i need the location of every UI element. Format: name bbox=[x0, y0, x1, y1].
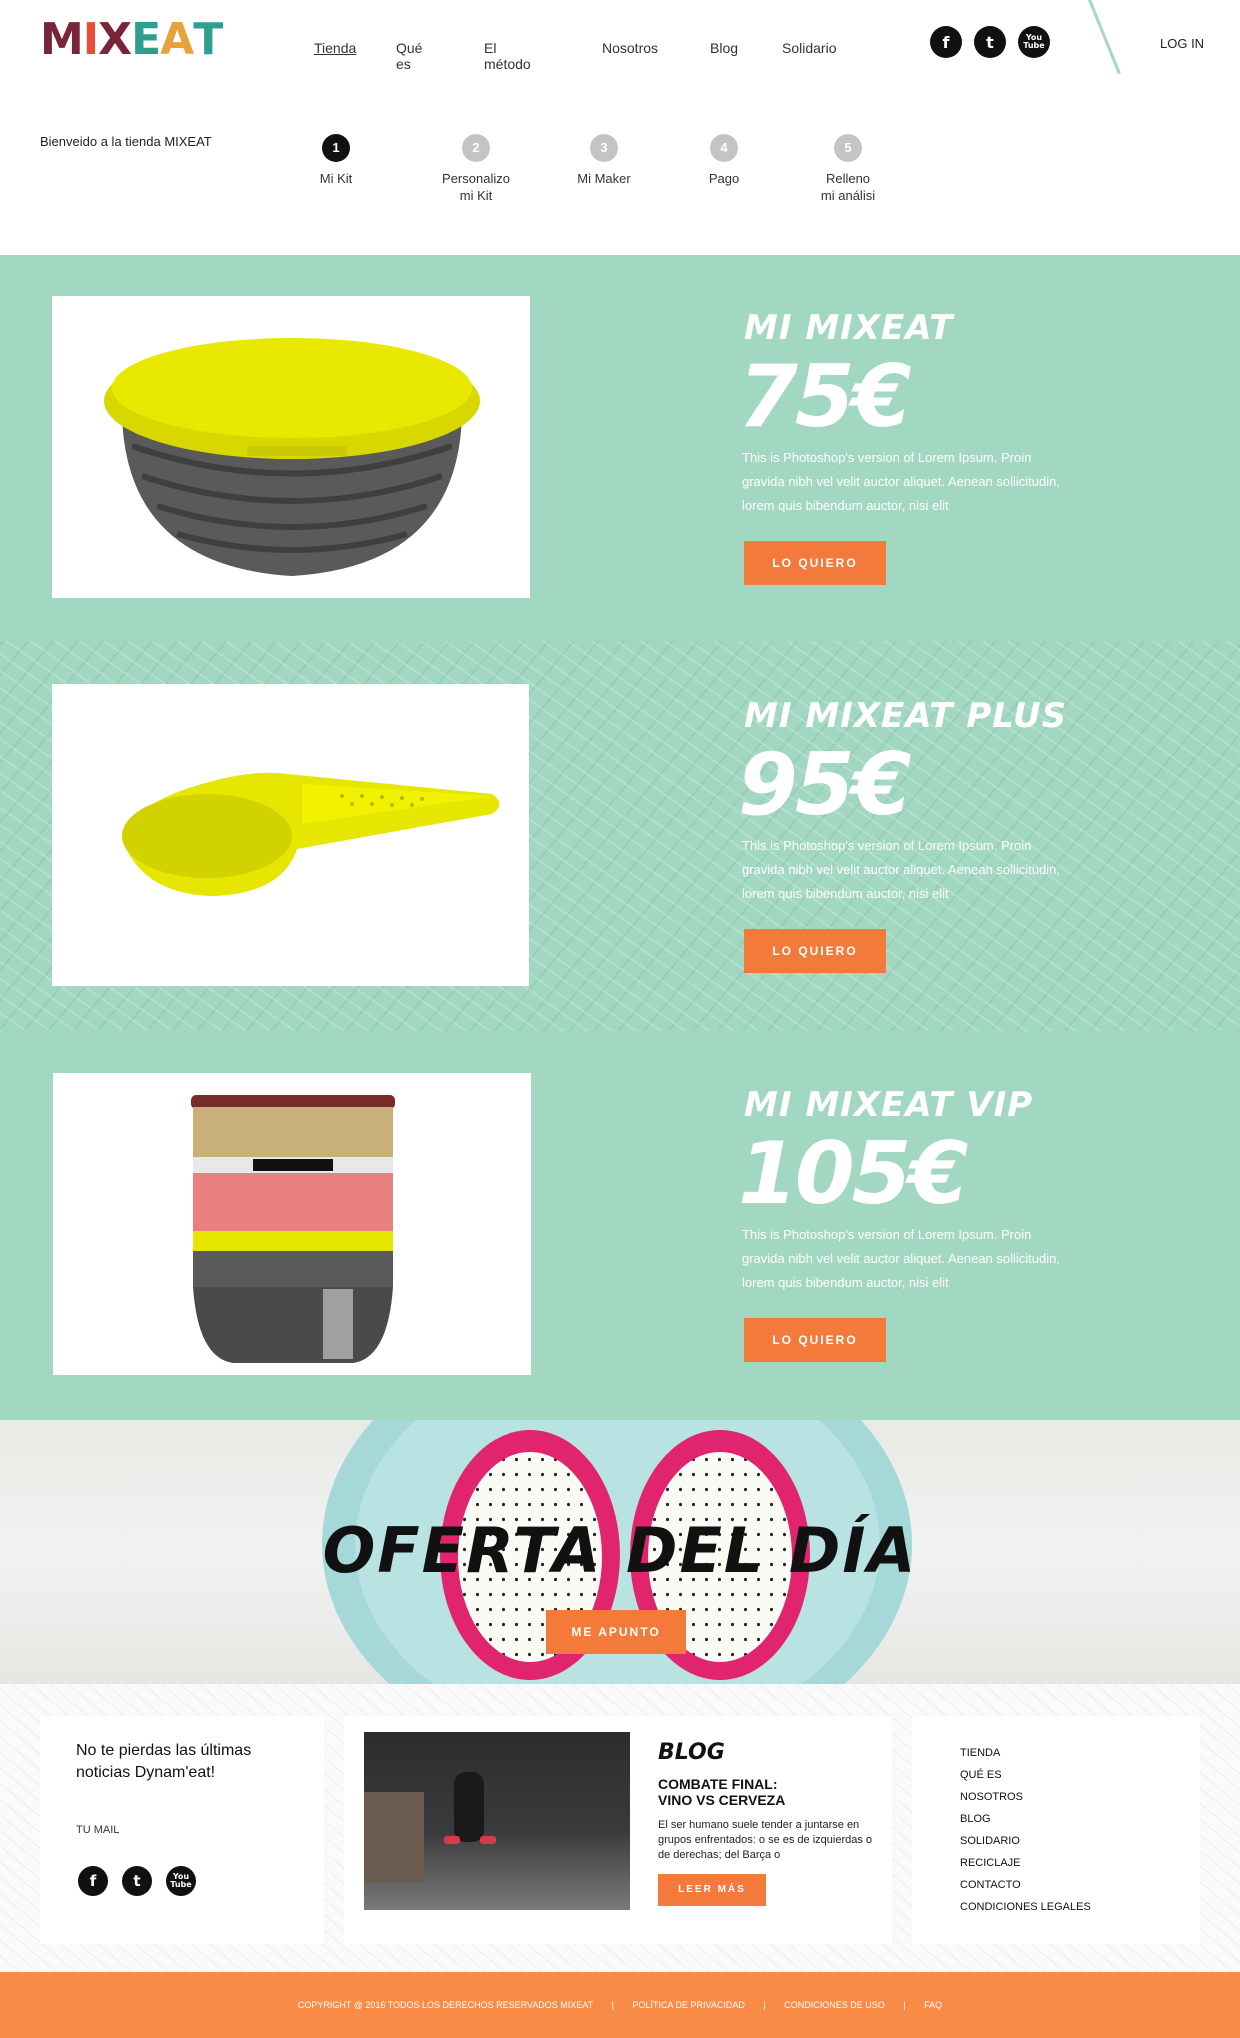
footer-link-condiciones[interactable]: CONDICIONES LEGALES bbox=[960, 1896, 1091, 1918]
footer-links: TIENDA QUÉ ES NOSOTROS BLOG SOLIDARIO RE… bbox=[960, 1742, 1091, 1918]
blog-image[interactable] bbox=[364, 1732, 630, 1910]
separator: | bbox=[611, 2000, 614, 2010]
me-apunto-button[interactable]: ME APUNTO bbox=[546, 1610, 686, 1654]
logo[interactable]: MIXEAT bbox=[40, 14, 223, 65]
separator: | bbox=[763, 2000, 766, 2010]
copyright-text: COPYRIGHT @ 2016 TODOS LOS DERECHOS RESE… bbox=[297, 2000, 594, 2010]
blog-excerpt: El ser humano suele tender a juntarse en… bbox=[658, 1819, 873, 1861]
nav-que-es[interactable]: Qué es bbox=[396, 40, 422, 72]
products-section: MI MIXEAT 75€ This is Photoshop's versio… bbox=[0, 255, 1240, 1420]
product-title: MI MIXEAT PLUS bbox=[744, 696, 1068, 736]
step-label: Relleno mi análisi bbox=[820, 171, 876, 203]
logo-letter: I bbox=[82, 14, 99, 65]
footer-link-reciclaje[interactable]: RECICLAJE bbox=[960, 1852, 1091, 1874]
nav-solidario[interactable]: Solidario bbox=[782, 40, 836, 56]
twitter-icon[interactable]: t bbox=[974, 26, 1006, 58]
step-relleno[interactable]: 5 Relleno mi análisi bbox=[788, 134, 908, 204]
product-card: MI MIXEAT 75€ This is Photoshop's versio… bbox=[0, 296, 1240, 598]
social-top: f t You Tube bbox=[930, 26, 1050, 58]
login-link[interactable]: LOG IN bbox=[1160, 36, 1204, 51]
facebook-icon[interactable]: f bbox=[930, 26, 962, 58]
header: MIXEAT Tienda Qué es El método Nosotros … bbox=[0, 0, 1240, 255]
footer-link-contacto[interactable]: CONTACTO bbox=[960, 1874, 1091, 1896]
footer-link-tienda[interactable]: TIENDA bbox=[960, 1742, 1091, 1764]
logo-letter: X bbox=[98, 14, 132, 65]
lo-quiero-button[interactable]: LO QUIERO bbox=[744, 929, 886, 973]
lo-quiero-button[interactable]: LO QUIERO bbox=[744, 541, 886, 585]
blog-subtitle: COMBATE FINAL: VINO VS CERVEZA bbox=[658, 1776, 785, 1808]
footer: No te pierdas las últimas noticias Dynam… bbox=[0, 1684, 1240, 1972]
step-mi-kit[interactable]: 1 Mi Kit bbox=[276, 134, 396, 187]
product-price: 75€ bbox=[738, 347, 912, 447]
nav-nosotros[interactable]: Nosotros bbox=[602, 40, 658, 56]
footer-link-que-es[interactable]: QUÉ ES bbox=[960, 1764, 1091, 1786]
step-mi-maker[interactable]: 3 Mi Maker bbox=[544, 134, 664, 187]
blog-heading: BLOG bbox=[658, 1740, 725, 1765]
product-description: This is Photoshop's version of Lorem Ips… bbox=[742, 838, 1060, 901]
step-number: 3 bbox=[590, 134, 618, 162]
step-pago[interactable]: 4 Pago bbox=[664, 134, 784, 187]
product-card: MI MIXEAT PLUS 95€ This is Photoshop's v… bbox=[0, 684, 1240, 986]
logo-letter: T bbox=[193, 14, 223, 65]
step-label: Personalizo mi Kit bbox=[442, 171, 510, 203]
product-title: MI MIXEAT VIP bbox=[744, 1085, 1034, 1125]
product-image-scoop bbox=[52, 684, 529, 986]
footer-link-blog[interactable]: BLOG bbox=[960, 1808, 1091, 1830]
mail-input-label[interactable]: TU MAIL bbox=[76, 1824, 119, 1836]
step-number: 1 bbox=[322, 134, 350, 162]
facebook-icon[interactable]: f bbox=[78, 1866, 108, 1896]
leer-mas-button[interactable]: LEER MÁS bbox=[658, 1874, 766, 1906]
logo-letter: M bbox=[40, 14, 84, 65]
step-label: Mi Kit bbox=[319, 171, 353, 186]
step-label: Pago bbox=[708, 171, 740, 186]
faq-link[interactable]: FAQ bbox=[924, 2000, 942, 2010]
nav-blog[interactable]: Blog bbox=[710, 40, 738, 56]
page: MIXEAT Tienda Qué es El método Nosotros … bbox=[0, 0, 1240, 2038]
separator: | bbox=[903, 2000, 906, 2010]
welcome-text: Bienveido a la tienda MIXEAT bbox=[40, 134, 212, 149]
terms-link[interactable]: CONDICIONES DE USO bbox=[784, 2000, 885, 2010]
product-image-bowl bbox=[52, 296, 530, 598]
youtube-icon[interactable]: You Tube bbox=[1018, 26, 1050, 58]
step-personalizo[interactable]: 2 Personalizo mi Kit bbox=[416, 134, 536, 204]
checkout-steps: 1 Mi Kit 2 Personalizo mi Kit 3 Mi Maker… bbox=[300, 134, 900, 214]
step-number: 4 bbox=[710, 134, 738, 162]
social-footer: f t You Tube bbox=[78, 1866, 196, 1896]
blog-subtitle-line: VINO VS CERVEZA bbox=[658, 1792, 786, 1808]
nav-el-metodo[interactable]: El método bbox=[484, 40, 531, 72]
step-label: Mi Maker bbox=[577, 171, 631, 186]
product-description: This is Photoshop's version of Lorem Ips… bbox=[742, 450, 1060, 513]
twitter-icon[interactable]: t bbox=[122, 1866, 152, 1896]
product-title: MI MIXEAT bbox=[744, 308, 954, 348]
offer-title: OFERTA DEL DÍA bbox=[322, 1514, 918, 1587]
footer-link-nosotros[interactable]: NOSOTROS bbox=[960, 1786, 1091, 1808]
newsletter-title: No te pierdas las últimas noticias Dynam… bbox=[76, 1742, 252, 1781]
step-number: 2 bbox=[462, 134, 490, 162]
nav-tienda[interactable]: Tienda bbox=[314, 40, 356, 56]
logo-letter: A bbox=[160, 14, 194, 65]
product-price: 95€ bbox=[738, 735, 912, 835]
product-card: MI MIXEAT VIP 105€ This is Photoshop's v… bbox=[0, 1073, 1240, 1375]
product-price: 105€ bbox=[738, 1124, 968, 1224]
lo-quiero-button[interactable]: LO QUIERO bbox=[744, 1318, 886, 1362]
product-description: This is Photoshop's version of Lorem Ips… bbox=[742, 1227, 1060, 1290]
youtube-icon[interactable]: You Tube bbox=[166, 1866, 196, 1896]
offer-banner: OFERTA DEL DÍA ME APUNTO bbox=[0, 1420, 1240, 1684]
copyright-bar: COPYRIGHT @ 2016 TODOS LOS DERECHOS RESE… bbox=[0, 1972, 1240, 2038]
privacy-link[interactable]: POLÍTICA DE PRIVACIDAD bbox=[632, 2000, 744, 2010]
product-image-stack bbox=[53, 1073, 531, 1375]
step-number: 5 bbox=[834, 134, 862, 162]
footer-link-solidario[interactable]: SOLIDARIO bbox=[960, 1830, 1091, 1852]
blog-subtitle-line: COMBATE FINAL: bbox=[658, 1776, 778, 1792]
logo-letter: E bbox=[131, 14, 161, 65]
decorative-divider bbox=[1088, 0, 1121, 75]
